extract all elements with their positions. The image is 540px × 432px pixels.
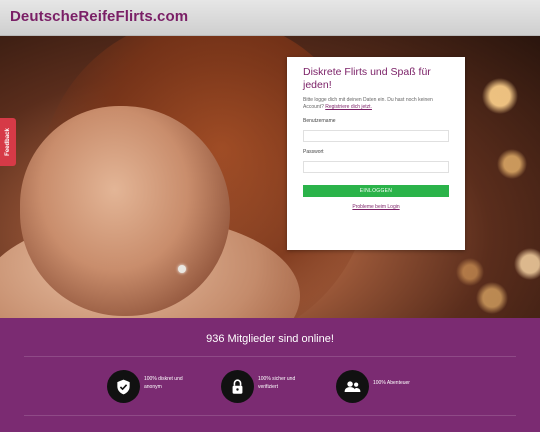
login-subtitle: Bitte logge dich mit deinen Daten ein. D… xyxy=(303,97,449,111)
site-header: DeutscheReifeFlirts.com xyxy=(0,0,540,36)
feature-discreet-label: 100% diskret und anonym xyxy=(144,375,183,390)
login-title: Diskrete Flirts und Spaß für jeden! xyxy=(303,66,431,91)
login-button[interactable]: EINLOGGEN xyxy=(303,185,449,197)
feature-adventure: 100% Abenteuer xyxy=(336,370,425,403)
username-field[interactable] xyxy=(303,130,449,142)
hero-face xyxy=(20,106,230,316)
password-label: Passwort xyxy=(303,149,324,155)
feedback-label: Feedback xyxy=(5,128,11,156)
feedback-tab[interactable]: Feedback xyxy=(0,118,16,166)
feature-discreet: 100% diskret und anonym xyxy=(107,370,196,403)
stats-divider-bottom xyxy=(24,415,516,416)
username-label: Benutzername xyxy=(303,118,336,124)
password-field[interactable] xyxy=(303,161,449,173)
feature-secure-label: 100% sicher und verifiziert xyxy=(258,375,296,390)
online-count: 936 Mitglieder sind online! xyxy=(206,333,334,345)
stats-section: 936 Mitglieder sind online! 100% diskret… xyxy=(0,318,540,432)
shield-check-icon xyxy=(107,370,140,403)
login-problems-link[interactable]: Probleme beim Login xyxy=(303,204,449,210)
register-link[interactable]: Registriere dich jetzt. xyxy=(325,104,372,110)
hero-earring xyxy=(178,265,186,273)
group-icon xyxy=(336,370,369,403)
login-card: Diskrete Flirts und Spaß für jeden! Bitt… xyxy=(287,57,465,250)
site-logo[interactable]: DeutscheReifeFlirts.com xyxy=(10,8,188,25)
feature-adventure-label: 100% Abenteuer xyxy=(373,379,410,386)
lock-icon xyxy=(221,370,254,403)
feature-secure: 100% sicher und verifiziert xyxy=(221,370,310,403)
stats-divider-top xyxy=(24,356,516,357)
